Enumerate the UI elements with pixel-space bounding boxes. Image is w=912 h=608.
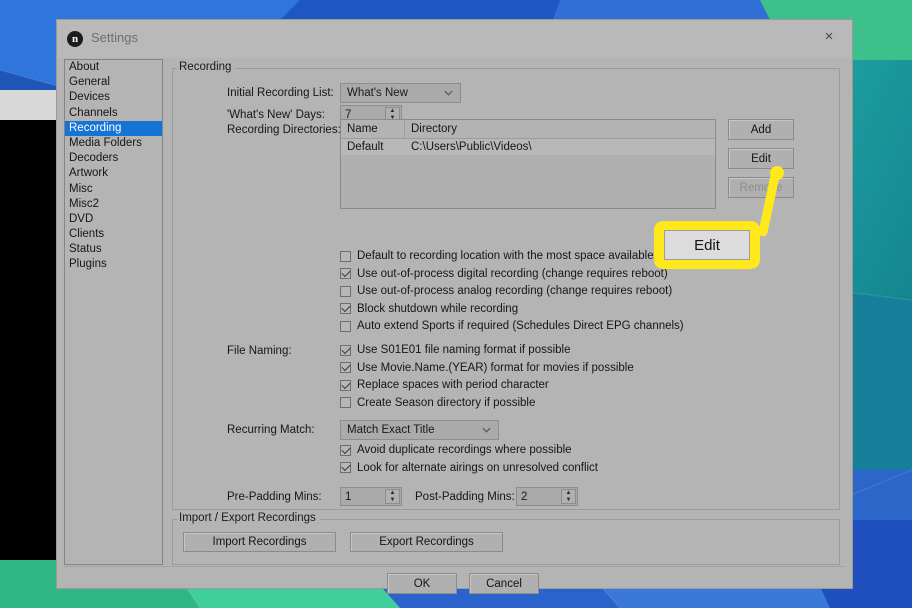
background-window-titlebar xyxy=(0,90,60,120)
sidebar-item-status[interactable]: Status xyxy=(65,242,162,257)
checkbox-avoid-duplicate-recordings-where-possibl[interactable]: Avoid duplicate recordings where possibl… xyxy=(340,444,572,456)
chevron-down-icon xyxy=(444,90,453,96)
checkbox-label: Default to recording location with the m… xyxy=(357,250,654,262)
checkbox-checked-icon xyxy=(340,379,351,391)
table-row[interactable]: Default C:\Users\Public\Videos\ xyxy=(341,139,715,155)
pre-padding-label: Pre-Padding Mins: xyxy=(227,491,322,503)
callout-edit-button: Edit xyxy=(664,230,750,260)
window-title: Settings xyxy=(91,30,138,45)
checkbox-checked-icon xyxy=(340,444,351,456)
chevron-down-icon xyxy=(482,427,491,433)
initial-recording-list-label: Initial Recording List: xyxy=(227,87,334,99)
add-directory-button[interactable]: Add xyxy=(728,119,794,140)
close-icon[interactable]: × xyxy=(806,20,852,54)
whats-new-days-label: 'What's New' Days: xyxy=(227,109,325,121)
checkbox-checked-icon xyxy=(340,362,351,373)
sidebar-item-plugins[interactable]: Plugins xyxy=(65,257,162,272)
pre-padding-spin-buttons[interactable]: ▲ ▼ xyxy=(385,489,400,504)
checkbox-default-to-recording-location-with-the-m[interactable]: Default to recording location with the m… xyxy=(340,250,654,262)
recurring-match-value: Match Exact Title xyxy=(347,424,435,436)
checkbox-unchecked-icon xyxy=(340,250,351,262)
checkbox-label: Create Season directory if possible xyxy=(357,396,536,409)
recurring-match-select[interactable]: Match Exact Title xyxy=(340,420,499,440)
checkbox-label: Block shutdown while recording xyxy=(357,302,519,315)
title-bar: n Settings × xyxy=(57,20,852,58)
remove-directory-button: Remove xyxy=(728,177,794,198)
table-header-row: Name Directory xyxy=(341,120,715,139)
sidebar-item-media-folders[interactable]: Media Folders xyxy=(65,136,162,151)
recording-group-title: Recording xyxy=(177,61,236,73)
checkbox-use-s01e01-file-naming-format-if-possibl[interactable]: Use S01E01 file naming format if possibl… xyxy=(340,344,571,356)
initial-recording-list-value: What's New xyxy=(347,87,408,99)
footer-divider xyxy=(64,566,845,567)
sidebar-item-artwork[interactable]: Artwork xyxy=(65,166,162,181)
sidebar-item-clients[interactable]: Clients xyxy=(65,227,162,242)
checkbox-label: Avoid duplicate recordings where possibl… xyxy=(357,444,572,456)
initial-recording-list-select[interactable]: What's New xyxy=(340,83,461,103)
checkbox-use-movie-name-year-format-for-movies-if[interactable]: Use Movie.Name.(YEAR) format for movies … xyxy=(340,362,634,374)
sidebar-item-misc[interactable]: Misc xyxy=(65,182,162,197)
checkbox-label: Use Movie.Name.(YEAR) format for movies … xyxy=(357,361,634,374)
table-cell-name: Default xyxy=(347,141,384,153)
settings-content-pane: Recording Initial Recording List: What's… xyxy=(171,59,845,565)
checkbox-label: Auto extend Sports if required (Schedule… xyxy=(357,320,684,332)
recurring-match-label: Recurring Match: xyxy=(227,424,315,436)
table-column-header[interactable]: Directory xyxy=(405,120,715,138)
checkbox-checked-icon xyxy=(340,268,351,279)
checkbox-checked-icon xyxy=(340,303,351,314)
table-cell-directory: C:\Users\Public\Videos\ xyxy=(411,141,532,153)
post-padding-spin-buttons[interactable]: ▲ ▼ xyxy=(561,489,576,504)
spin-down-icon[interactable]: ▼ xyxy=(562,497,575,504)
checkbox-label: Use S01E01 file naming format if possibl… xyxy=(357,344,571,356)
checkbox-use-out-of-process-analog-recording-chan[interactable]: Use out-of-process analog recording (cha… xyxy=(340,285,672,297)
edit-directory-button[interactable]: Edit xyxy=(728,148,794,169)
checkbox-unchecked-icon xyxy=(340,397,351,408)
checkbox-checked-icon xyxy=(340,344,351,356)
import-export-group-title: Import / Export Recordings xyxy=(177,512,320,524)
post-padding-label: Post-Padding Mins: xyxy=(415,491,515,503)
checkbox-unchecked-icon xyxy=(340,285,351,297)
checkbox-label: Look for alternate airings on unresolved… xyxy=(357,461,599,474)
sidebar-item-general[interactable]: General xyxy=(65,75,162,90)
table-column-header[interactable]: Name xyxy=(341,120,405,138)
pre-padding-stepper[interactable]: 1 ▲ ▼ xyxy=(340,487,402,506)
import-recordings-button[interactable]: Import Recordings xyxy=(183,532,336,552)
background-window-panel xyxy=(0,120,60,560)
checkbox-replace-spaces-with-period-character[interactable]: Replace spaces with period character xyxy=(340,379,549,391)
pre-padding-value: 1 xyxy=(345,490,352,503)
sidebar-item-misc2[interactable]: Misc2 xyxy=(65,197,162,212)
spin-down-icon[interactable]: ▼ xyxy=(386,497,399,504)
callout-highlight: Edit xyxy=(654,221,760,269)
checkbox-use-out-of-process-digital-recording-cha[interactable]: Use out-of-process digital recording (ch… xyxy=(340,268,668,280)
post-padding-value: 2 xyxy=(521,490,528,503)
post-padding-stepper[interactable]: 2 ▲ ▼ xyxy=(516,487,578,506)
checkbox-label: Use out-of-process analog recording (cha… xyxy=(357,285,673,297)
sidebar-item-recording[interactable]: Recording xyxy=(65,120,162,136)
checkbox-look-for-alternate-airings-on-unresolved[interactable]: Look for alternate airings on unresolved… xyxy=(340,462,598,474)
settings-category-list[interactable]: About General Devices Channels Recording Medi… xyxy=(64,59,163,565)
checkbox-label: Use out-of-process digital recording (ch… xyxy=(357,267,668,280)
checkbox-unchecked-icon xyxy=(340,320,351,332)
file-naming-label: File Naming: xyxy=(227,345,292,357)
recording-directories-table[interactable]: Name Directory Default C:\Users\Public\Vid… xyxy=(340,119,716,209)
checkbox-block-shutdown-while-recording[interactable]: Block shutdown while recording xyxy=(340,303,518,315)
ok-button[interactable]: OK xyxy=(387,573,457,594)
export-recordings-button[interactable]: Export Recordings xyxy=(350,532,503,552)
checkbox-auto-extend-sports-if-required-schedules[interactable]: Auto extend Sports if required (Schedule… xyxy=(340,320,684,332)
desktop: n Settings × About General Devices Channels… xyxy=(0,0,912,608)
sidebar-item-about[interactable]: About xyxy=(65,60,162,75)
settings-dialog: n Settings × About General Devices Channels… xyxy=(57,20,852,594)
checkbox-create-season-directory-if-possible[interactable]: Create Season directory if possible xyxy=(340,397,535,409)
checkbox-label: Replace spaces with period character xyxy=(357,379,549,391)
sidebar-item-dvd[interactable]: DVD xyxy=(65,212,162,227)
table-body: Default C:\Users\Public\Videos\ xyxy=(341,139,715,155)
sidebar-item-devices[interactable]: Devices xyxy=(65,90,162,105)
app-logo-icon: n xyxy=(67,31,83,47)
sidebar-item-channels[interactable]: Channels xyxy=(65,106,162,121)
checkbox-checked-icon xyxy=(340,462,351,473)
sidebar-item-decoders[interactable]: Decoders xyxy=(65,151,162,166)
cancel-button[interactable]: Cancel xyxy=(469,573,539,594)
recording-directories-label: Recording Directories: xyxy=(227,124,341,136)
